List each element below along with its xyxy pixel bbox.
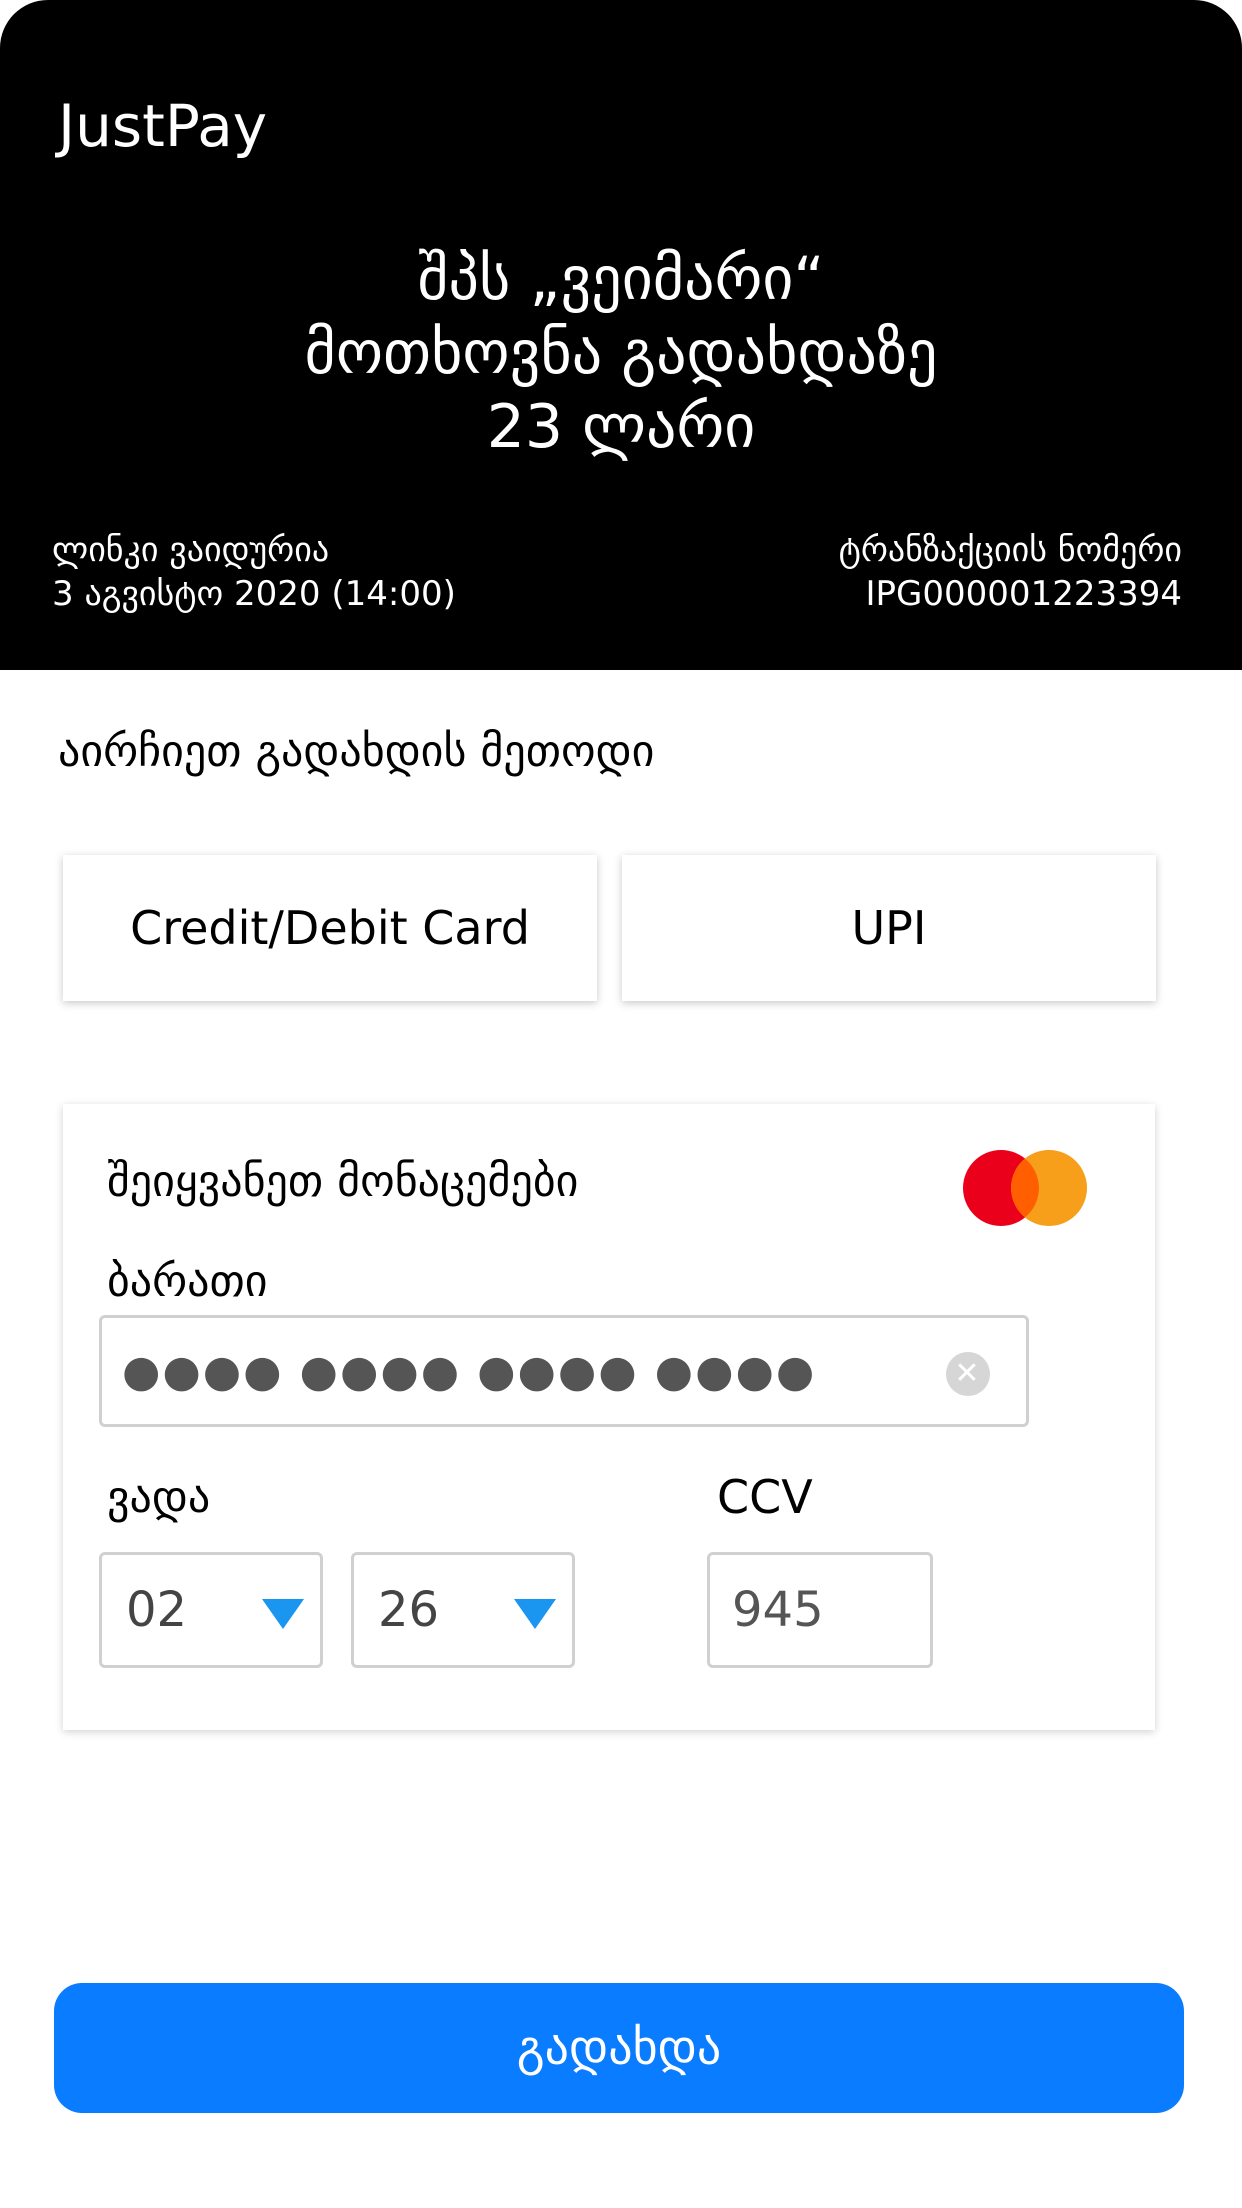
link-expiry-date: 3 აგვისტო 2020 (14:00) bbox=[52, 574, 456, 614]
expiry-month-select[interactable]: 02 bbox=[99, 1552, 323, 1668]
link-expiry: ლინკი ვაიდურია 3 აგვისტო 2020 (14:00) bbox=[52, 528, 456, 616]
form-title: შეიყვანეთ მონაცემები bbox=[107, 1156, 579, 1207]
expiry-year-value: 26 bbox=[378, 1582, 440, 1638]
expiry-month-value: 02 bbox=[126, 1582, 188, 1638]
transaction-info: ტრანზაქციის ნომერი IPG000001223394 bbox=[839, 528, 1182, 616]
transaction-label: ტრანზაქციის ნომერი bbox=[838, 530, 1182, 570]
payment-header: JustPay შპს „ვეიმარი“ მოთხოვნა გადახდაზე… bbox=[0, 0, 1242, 670]
ccv-input[interactable]: 945 bbox=[707, 1552, 933, 1668]
transaction-number: IPG000001223394 bbox=[865, 574, 1182, 614]
ccv-label: CCV bbox=[717, 1470, 813, 1524]
card-details-form: შეიყვანეთ მონაცემები ბარათი ●●●● ●●●● ●●… bbox=[63, 1104, 1155, 1730]
payment-method-title: აირჩიეთ გადახდის მეთოდი bbox=[58, 726, 655, 777]
brand-logo: JustPay bbox=[58, 92, 268, 160]
link-expiry-label: ლინკი ვაიდურია bbox=[52, 530, 330, 570]
card-number-label: ბარათი bbox=[107, 1256, 268, 1307]
mastercard-icon bbox=[963, 1150, 1087, 1226]
payment-amount: 23 ლარი bbox=[486, 392, 756, 462]
clear-icon[interactable]: ✕ bbox=[946, 1352, 990, 1396]
ccv-value: 945 bbox=[732, 1582, 824, 1638]
card-number-input[interactable]: ●●●● ●●●● ●●●● ●●●● ✕ bbox=[99, 1315, 1029, 1427]
pay-button[interactable]: გადახდა bbox=[54, 1983, 1184, 2113]
card-number-value: ●●●● ●●●● ●●●● ●●●● bbox=[122, 1345, 817, 1397]
dropdown-arrow-icon bbox=[514, 1599, 556, 1629]
merchant-name: შპს „ვეიმარი“ bbox=[417, 244, 825, 314]
request-label: მოთხოვნა გადახდაზე bbox=[304, 318, 938, 388]
credit-debit-card-button[interactable]: Credit/Debit Card bbox=[63, 855, 597, 1001]
expiry-year-select[interactable]: 26 bbox=[351, 1552, 575, 1668]
upi-button[interactable]: UPI bbox=[622, 855, 1156, 1001]
dropdown-arrow-icon bbox=[262, 1599, 304, 1629]
expiry-label: ვადა bbox=[107, 1472, 211, 1523]
payment-request-summary: შპს „ვეიმარი“ მოთხოვნა გადახდაზე 23 ლარი bbox=[0, 242, 1242, 464]
